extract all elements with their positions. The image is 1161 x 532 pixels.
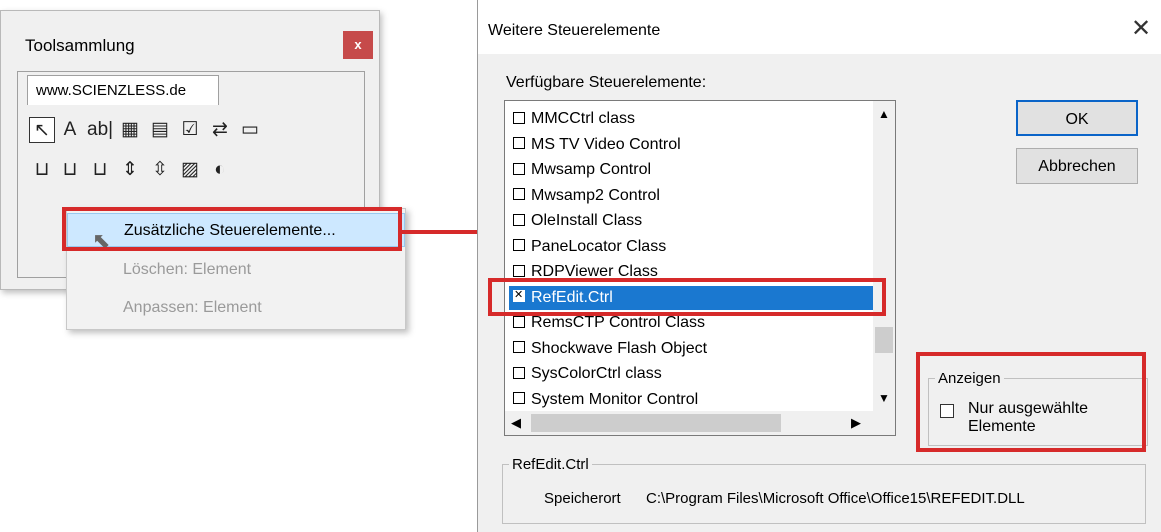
- list-item[interactable]: SysColorCtrl class: [513, 362, 662, 386]
- more-controls-dialog: Weitere Steuerelemente ✕ Verfügbare Steu…: [477, 0, 1161, 532]
- list-item-label: MMCCtrl class: [531, 110, 635, 127]
- location-label: Speicherort: [544, 490, 621, 507]
- scroll-left-icon[interactable]: ◀: [511, 415, 521, 431]
- highlight-frame-refedit: [488, 278, 886, 316]
- toolbox-title: Toolsammlung: [25, 36, 135, 55]
- list-item-label: OleInstall Class: [531, 212, 643, 229]
- close-icon[interactable]: ✕: [1128, 14, 1154, 43]
- list-item[interactable]: Shockwave Flash Object: [513, 337, 707, 361]
- list-item-label: PaneLocator Class: [531, 237, 667, 255]
- ok-button[interactable]: OK: [1016, 100, 1138, 136]
- scroll-thumb[interactable]: [875, 327, 893, 353]
- hscroll-thumb[interactable]: [531, 414, 781, 432]
- frame-tool-icon[interactable]: ⊔: [29, 157, 55, 183]
- listbox-tool-icon[interactable]: ▤: [147, 117, 173, 143]
- list-item[interactable]: Mwsamp2 Control: [513, 184, 660, 208]
- tabstrip-tool-icon[interactable]: ⊔: [87, 157, 113, 183]
- menu-item-delete[interactable]: Löschen: Element: [67, 253, 405, 287]
- label-tool-icon[interactable]: A: [57, 117, 83, 143]
- vertical-scrollbar[interactable]: ▲ ▼: [873, 101, 895, 411]
- list-item-label: SysColorCtrl class: [531, 365, 662, 382]
- list-item-label: MS TV Video Control: [531, 135, 681, 153]
- list-item-label: Shockwave Flash Object: [531, 339, 708, 357]
- multipage-tool-icon[interactable]: ⇕: [117, 157, 143, 183]
- list-item[interactable]: OleInstall Class: [513, 209, 642, 233]
- checkbox-tool-icon[interactable]: ☑: [177, 117, 203, 143]
- textbox-tool-icon[interactable]: ab|: [87, 117, 113, 143]
- location-value: C:\Program Files\Microsoft Office\Office…: [646, 490, 1025, 507]
- list-item-checkbox[interactable]: [513, 162, 525, 175]
- list-item-checkbox[interactable]: [513, 188, 525, 201]
- scroll-up-icon[interactable]: ▲: [878, 107, 890, 121]
- list-item-checkbox[interactable]: [513, 239, 525, 252]
- list-item-checkbox[interactable]: [513, 392, 525, 405]
- combobox-tool-icon[interactable]: ▦: [117, 117, 143, 143]
- info-group-legend: RefEdit.Ctrl: [512, 456, 589, 473]
- controls-listbox[interactable]: MMCCtrl class MS TV Video Control Mwsamp C…: [504, 100, 896, 436]
- available-controls-label: Verfügbare Steuerelemente:: [506, 74, 707, 91]
- list-item-label: Mwsamp Control: [531, 161, 652, 178]
- toolbox-close-button[interactable]: x: [343, 31, 373, 59]
- highlight-frame-show-group: [916, 352, 1146, 452]
- list-item-checkbox[interactable]: [513, 137, 525, 150]
- cancel-button[interactable]: Abbrechen: [1016, 148, 1138, 184]
- list-item-checkbox[interactable]: [513, 264, 525, 277]
- pointer-icon[interactable]: ↖: [29, 117, 55, 143]
- list-item[interactable]: MMCCtrl class: [513, 107, 635, 131]
- list-item[interactable]: MS TV Video Control: [513, 133, 681, 157]
- scrollbar-tool-icon[interactable]: ⇳: [147, 157, 173, 183]
- horizontal-scrollbar[interactable]: ◀ ▶: [505, 411, 895, 435]
- list-item[interactable]: PaneLocator Class: [513, 235, 666, 259]
- list-item-label: System Monitor Control: [531, 390, 699, 408]
- list-item-checkbox[interactable]: [513, 213, 525, 226]
- scroll-right-icon[interactable]: ▶: [851, 415, 861, 431]
- dialog-title: Weitere Steuerelemente: [488, 22, 661, 39]
- list-item[interactable]: System Monitor Control: [513, 388, 698, 412]
- list-item-checkbox[interactable]: [513, 315, 525, 328]
- list-item-label: RemsCTP Control Class: [531, 314, 705, 331]
- list-item-checkbox[interactable]: [513, 341, 525, 354]
- optionbutton-tool-icon[interactable]: ⇄: [207, 117, 233, 143]
- commandbutton-tool-icon[interactable]: ⊔: [57, 157, 83, 183]
- highlight-frame-menu: [62, 207, 402, 251]
- toolbox-tab[interactable]: www.SCIENZLESS.de: [27, 75, 219, 105]
- list-item-checkbox[interactable]: [513, 111, 525, 124]
- image-tool-icon[interactable]: ▨: [177, 157, 203, 183]
- togglebutton-tool-icon[interactable]: ▭: [237, 117, 263, 143]
- list-item-checkbox[interactable]: [513, 366, 525, 379]
- scroll-down-icon[interactable]: ▼: [878, 391, 890, 405]
- menu-item-customize[interactable]: Anpassen: Element: [67, 291, 405, 325]
- list-item-label: Mwsamp2 Control: [531, 186, 660, 204]
- list-item[interactable]: Mwsamp Control: [513, 158, 651, 182]
- spinbutton-tool-icon[interactable]: ◐: [207, 157, 233, 183]
